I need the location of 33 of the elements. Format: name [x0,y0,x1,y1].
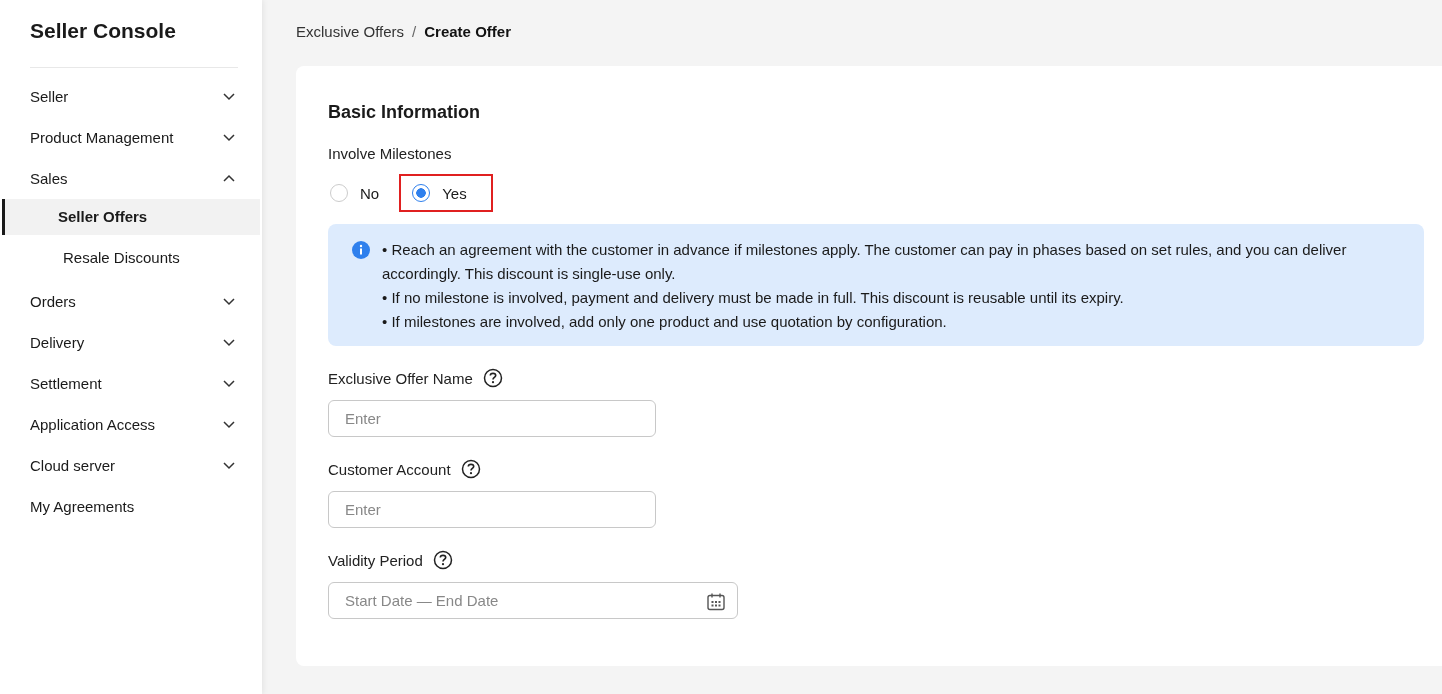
section-title: Basic Information [328,102,482,123]
nav-item[interactable]: Cloud server [0,445,262,486]
breadcrumb-link[interactable]: Exclusive Offers [296,22,405,40]
field-label: Involve Milestones [328,145,453,162]
breadcrumb-separator: / [412,22,417,40]
nav-item[interactable]: My Agreements [0,486,262,527]
field-label: Customer Account [328,460,451,478]
date-range-field[interactable]: Start Date — End Date [328,582,738,619]
nav-item[interactable]: Orders [0,281,262,322]
nav-item[interactable]: Sales [0,158,262,199]
console-title: Seller Console [30,19,238,68]
nav-item[interactable]: Application Access [0,404,262,445]
field-label: Exclusive Offer Name [328,369,473,387]
radio-option[interactable]: Yes [399,174,493,212]
nav-item[interactable]: Product Management [0,117,262,158]
help-icon [432,550,453,570]
nav-item[interactable]: Delivery [0,322,262,363]
notice-text: • If milestones are involved, add only one product and use quotation by configuration. [382,312,948,332]
help-icon [460,459,481,479]
nav-item[interactable]: Seller [0,76,262,117]
breadcrumb-current: Create Offer [424,22,511,40]
text-input[interactable]: Enter [328,491,656,528]
notice-text: • Reach an agreement with the customer in advance if milestones apply. The customer can pay in phases based on set rules, and you can deliver accordingly. This discount is single-use only. [382,240,1348,284]
help-icon [482,368,503,388]
nav-subitem[interactable]: Seller Offers [2,199,260,235]
notice-text: • If no milestone is involved, payment and delivery must be made in full. This discount is reusable until its expiry. [382,288,1125,308]
nav-subitem[interactable]: Resale Discounts [2,240,260,276]
text-input[interactable]: Enter [328,400,656,437]
radio-option[interactable]: No [328,174,382,212]
calendar-icon [706,592,726,612]
field-label: Validity Period [328,551,423,569]
nav-item[interactable]: Settlement [0,363,262,404]
info-icon [352,241,370,259]
